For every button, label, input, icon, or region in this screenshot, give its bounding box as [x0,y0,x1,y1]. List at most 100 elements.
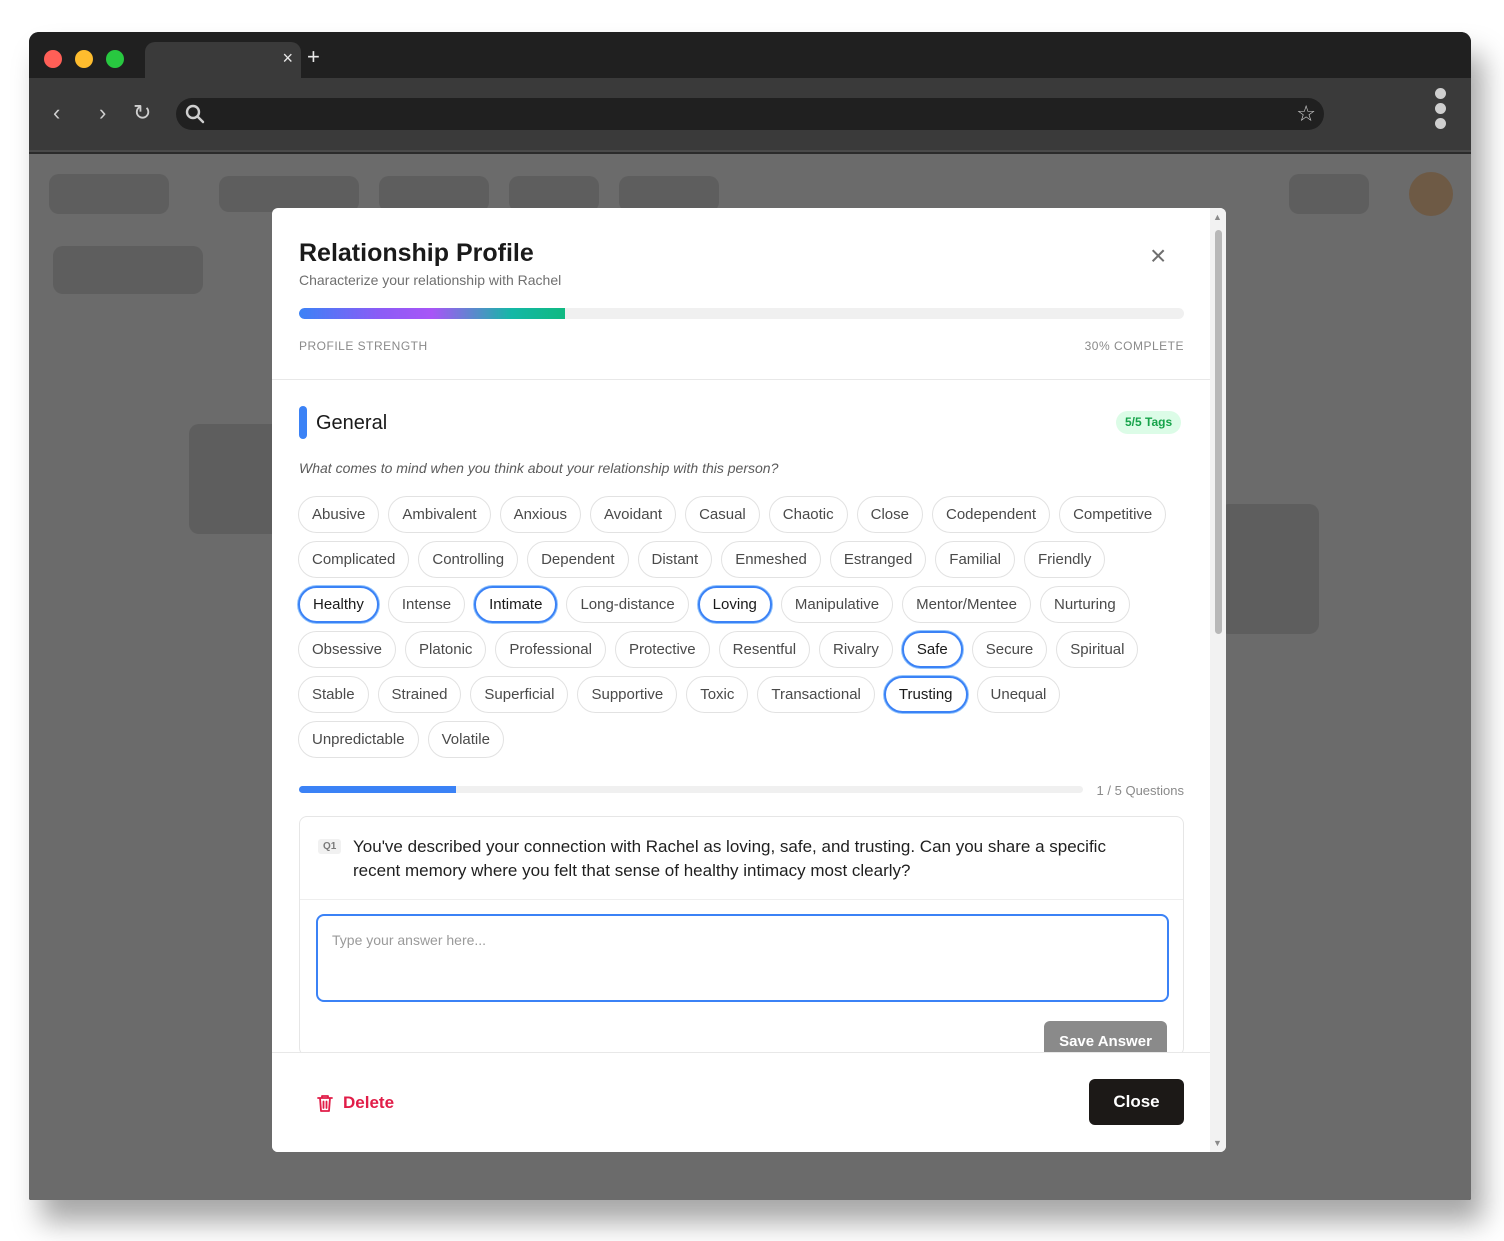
section-prompt: What comes to mind when you think about … [299,460,779,476]
tag-chip-close[interactable]: Close [856,496,923,533]
section-title: General [316,412,388,434]
question-text: You've described your connection with Ra… [353,837,1106,880]
tag-chip-controlling[interactable]: Controlling [418,541,519,578]
tag-chip-resentful[interactable]: Resentful [718,631,811,668]
tag-row: Abusive Ambivalent Anxious Avoidant Casual Ch… [298,496,1188,541]
tag-chip-superficial[interactable]: Superficial [470,676,569,713]
tag-chip-supportive[interactable]: Supportive [577,676,678,713]
tag-chip-transactional[interactable]: Transactional [757,676,875,713]
blurred-logo [49,174,169,214]
blurred-button [1289,174,1369,214]
back-icon[interactable]: ‹ [53,100,60,126]
tag-chip-protective[interactable]: Protective [614,631,710,668]
maximize-window-button[interactable] [106,50,124,68]
tag-chip-intense[interactable]: Intense [387,586,466,623]
tag-chip-unpredictable[interactable]: Unpredictable [298,721,419,758]
tag-chip-strained[interactable]: Strained [377,676,462,713]
reload-icon[interactable]: ↻ [133,100,151,126]
tag-chip-mentor-mentee[interactable]: Mentor/Mentee [902,586,1031,623]
tag-chip-estranged[interactable]: Estranged [829,541,927,578]
blurred-nav-item [219,176,359,212]
tag-chip-enmeshed[interactable]: Enmeshed [721,541,821,578]
profile-strength-value: 30% COMPLETE [1084,339,1184,353]
tag-chip-toxic[interactable]: Toxic [686,676,749,713]
tag-chip-dependent[interactable]: Dependent [527,541,629,578]
question-progress-label: 1 / 5 Questions [1096,783,1184,798]
question-divider [300,899,1183,900]
close-window-button[interactable] [44,50,62,68]
tag-chip-trusting[interactable]: Trusting [883,676,968,713]
tag-chip-chaotic[interactable]: Chaotic [768,496,848,533]
tag-chip-unequal[interactable]: Unequal [976,676,1061,713]
answer-textarea[interactable] [316,914,1169,1002]
tag-chip-volatile[interactable]: Volatile [427,721,504,758]
tag-chip-friendly[interactable]: Friendly [1023,541,1106,578]
browser-window: × + ‹ › ↻ ☆ Relationship Profile Charact… [29,32,1471,1200]
tag-chip-nurturing[interactable]: Nurturing [1039,586,1130,623]
delete-label: Delete [343,1093,395,1112]
tag-count-badge: 5/5 Tags [1116,411,1182,434]
tag-chip-anxious[interactable]: Anxious [499,496,581,533]
profile-strength-label: PROFILE STRENGTH [299,339,428,353]
title-bar: × + [29,32,1471,78]
tag-chip-secure[interactable]: Secure [971,631,1048,668]
tag-chip-manipulative[interactable]: Manipulative [780,586,894,623]
tag-chip-loving[interactable]: Loving [697,586,772,623]
tag-chip-intimate[interactable]: Intimate [474,586,558,623]
forward-icon[interactable]: › [99,100,106,126]
tag-chip-abusive[interactable]: Abusive [298,496,380,533]
search-icon [185,104,205,124]
tag-chip-avoidant[interactable]: Avoidant [589,496,677,533]
scrollbar-thumb[interactable] [1215,230,1222,634]
tag-chip-competitive[interactable]: Competitive [1059,496,1167,533]
blurred-nav-item [509,176,599,212]
browser-tab[interactable]: × [145,42,301,78]
tag-chip-healthy[interactable]: Healthy [298,586,379,623]
address-bar[interactable]: ☆ [176,98,1324,130]
tag-chip-complicated[interactable]: Complicated [298,541,410,578]
header-divider [272,379,1210,380]
tag-row: Healthy Intense Intimate Long-distance Lovin… [298,586,1188,631]
blurred-card [1219,504,1319,634]
tag-chip-professional[interactable]: Professional [495,631,606,668]
modal-footer: Delete Close [272,1052,1210,1152]
relationship-profile-modal: Relationship Profile Characterize your r… [272,208,1226,1152]
tag-chip-safe[interactable]: Safe [901,631,963,668]
question-progress-fill [299,786,456,793]
profile-strength-fill [299,308,565,319]
tag-chip-long-distance[interactable]: Long-distance [566,586,689,623]
tag-chip-obsessive[interactable]: Obsessive [298,631,397,668]
bookmark-star-icon[interactable]: ☆ [1296,101,1316,127]
question-card: Q1 You've described your connection with… [299,816,1184,1061]
question-badge: Q1 [318,839,342,854]
trash-icon [317,1095,333,1112]
close-button[interactable]: Close [1089,1079,1184,1125]
modal-subtitle: Characterize your relationship with Rach… [299,272,562,288]
tag-row: Unpredictable Volatile [298,721,1188,766]
tag-row: Obsessive Platonic Professional Protective R… [298,631,1188,676]
blurred-filter [53,246,203,294]
minimize-window-button[interactable] [75,50,93,68]
tag-chip-spiritual[interactable]: Spiritual [1056,631,1139,668]
browser-menu-icon[interactable] [1435,88,1447,132]
tag-chip-codependent[interactable]: Codependent [931,496,1051,533]
profile-strength-bar [299,308,1184,319]
blurred-nav-item [619,176,719,212]
scroll-up-icon[interactable]: ▲ [1213,212,1222,222]
new-tab-icon[interactable]: + [307,44,320,70]
section-accent-bar [299,406,307,439]
tag-list: Abusive Ambivalent Anxious Avoidant Casual Ch… [298,496,1188,766]
delete-button[interactable]: Delete [316,1093,394,1113]
tag-chip-ambivalent[interactable]: Ambivalent [388,496,491,533]
tag-chip-stable[interactable]: Stable [298,676,369,713]
tag-row: Complicated Controlling Dependent Distant En… [298,541,1188,586]
tag-chip-casual[interactable]: Casual [685,496,760,533]
tag-chip-rivalry[interactable]: Rivalry [819,631,893,668]
close-icon[interactable]: × [1150,242,1166,270]
tag-chip-familial[interactable]: Familial [935,541,1015,578]
scroll-down-icon[interactable]: ▼ [1213,1138,1222,1148]
modal-scrollbar[interactable]: ▲ ▼ [1210,208,1226,1152]
tag-chip-distant[interactable]: Distant [637,541,713,578]
tag-chip-platonic[interactable]: Platonic [405,631,487,668]
tab-close-icon[interactable]: × [282,48,293,68]
